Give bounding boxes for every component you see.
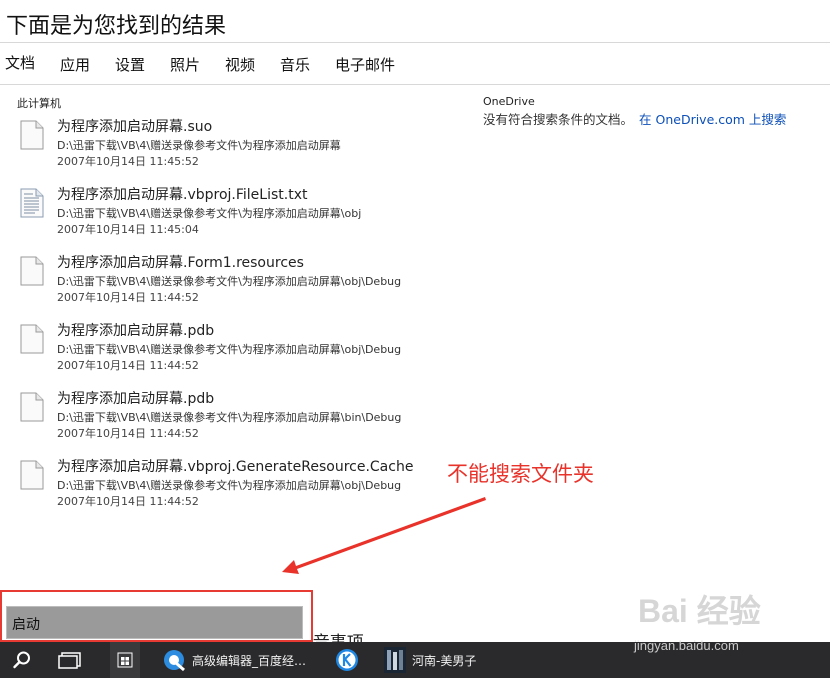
search-input-value: 启动 [12, 617, 40, 633]
document-icon [20, 256, 44, 286]
onedrive-message-row: 没有符合搜索条件的文档。在 OneDrive.com 上搜索 [483, 109, 786, 128]
result-item[interactable]: 为程序添加启动屏幕.Form1.resources D:\迅雷下载\VB\4\赠… [18, 252, 458, 312]
result-path: D:\迅雷下载\VB\4\赠送录像参考文件\为程序添加启动屏幕\bin\Debu… [57, 411, 402, 424]
text-file-icon [20, 188, 44, 218]
filter-tabs: 文档 应用 设置 照片 视频 音乐 电子邮件 [0, 42, 830, 84]
store-icon [117, 652, 133, 668]
page-title: 下面是为您找到的结果 [6, 14, 227, 39]
tab-apps[interactable]: 应用 [60, 54, 90, 75]
result-name: 为程序添加启动屏幕.vbproj.FileList.txt [57, 187, 308, 203]
onedrive-search-link[interactable]: 在 OneDrive.com 上搜索 [639, 112, 786, 127]
search-icon [13, 651, 30, 669]
result-name: 为程序添加启动屏幕.pdb [57, 391, 215, 407]
taskbar-app-editor-label: 高级编辑器_百度经… [192, 653, 307, 668]
result-date: 2007年10月14日 11:45:04 [57, 223, 199, 236]
taskbar-store-button[interactable] [110, 642, 140, 678]
tab-photos[interactable]: 照片 [170, 54, 200, 75]
document-icon [20, 324, 44, 354]
result-path: D:\迅雷下载\VB\4\赠送录像参考文件\为程序添加启动屏幕\obj [57, 207, 362, 220]
watermark-logo: Bai 经验 [638, 593, 761, 629]
k-app-icon [336, 649, 358, 671]
result-date: 2007年10月14日 11:44:52 [57, 427, 199, 440]
taskbar-app-k[interactable] [332, 642, 362, 678]
result-item[interactable]: 为程序添加启动屏幕.vbproj.FileList.txt D:\迅雷下载\VB… [18, 184, 458, 244]
taskbar-app-music[interactable]: 河南-美男子 [384, 642, 476, 678]
result-name: 为程序添加启动屏幕.Form1.resources [57, 255, 304, 271]
result-path: D:\迅雷下载\VB\4\赠送录像参考文件\为程序添加启动屏幕\obj\Debu… [57, 275, 402, 288]
onedrive-no-results: 没有符合搜索条件的文档。 [483, 112, 634, 127]
document-icon [20, 392, 44, 422]
tab-documents[interactable]: 文档 [5, 52, 35, 73]
taskbar-task-view-button[interactable] [52, 642, 88, 678]
section-heading-onedrive: OneDrive [483, 95, 535, 108]
result-name: 为程序添加启动屏幕.suo [57, 119, 213, 135]
search-box-highlight: 启动 [0, 590, 313, 642]
taskbar-app-editor[interactable]: 高级编辑器_百度经… [162, 642, 306, 678]
result-path: D:\迅雷下载\VB\4\赠送录像参考文件\为程序添加启动屏幕 [57, 139, 341, 152]
taskbar-app-music-label: 河南-美男子 [412, 653, 477, 668]
result-date: 2007年10月14日 11:45:52 [57, 155, 199, 168]
search-input[interactable]: 启动 [6, 606, 303, 639]
result-name: 为程序添加启动屏幕.pdb [57, 323, 215, 339]
result-path: D:\迅雷下载\VB\4\赠送录像参考文件\为程序添加启动屏幕\obj\Debu… [57, 479, 402, 492]
tab-settings[interactable]: 设置 [115, 54, 145, 75]
tab-videos[interactable]: 视频 [225, 54, 255, 75]
annotation-note: 不能搜索文件夹 [447, 462, 594, 486]
result-path: D:\迅雷下载\VB\4\赠送录像参考文件\为程序添加启动屏幕\obj\Debu… [57, 343, 402, 356]
tab-music[interactable]: 音乐 [280, 54, 310, 75]
task-view-icon [58, 652, 81, 669]
result-name: 为程序添加启动屏幕.vbproj.GenerateResource.Cache [57, 459, 414, 475]
result-date: 2007年10月14日 11:44:52 [57, 495, 199, 508]
taskbar: 高级编辑器_百度经… 河南-美男子 [0, 642, 830, 678]
result-date: 2007年10月14日 11:44:52 [57, 359, 199, 372]
tabs-divider [0, 84, 830, 85]
section-heading-this-pc: 此计算机 [17, 97, 61, 110]
result-item[interactable]: 为程序添加启动屏幕.vbproj.GenerateResource.Cache … [18, 456, 458, 516]
result-item[interactable]: 为程序添加启动屏幕.pdb D:\迅雷下载\VB\4\赠送录像参考文件\为程序添… [18, 320, 458, 380]
album-thumbnail-icon [384, 647, 406, 673]
taskbar-search-button[interactable] [4, 642, 40, 678]
document-icon [20, 120, 44, 150]
result-item[interactable]: 为程序添加启动屏幕.suo D:\迅雷下载\VB\4\赠送录像参考文件\为程序添… [18, 116, 458, 176]
tab-email[interactable]: 电子邮件 [335, 54, 395, 75]
browser-icon [164, 650, 185, 672]
result-item[interactable]: 为程序添加启动屏幕.pdb D:\迅雷下载\VB\4\赠送录像参考文件\为程序添… [18, 388, 458, 448]
result-date: 2007年10月14日 11:44:52 [57, 291, 199, 304]
document-icon [20, 460, 44, 490]
